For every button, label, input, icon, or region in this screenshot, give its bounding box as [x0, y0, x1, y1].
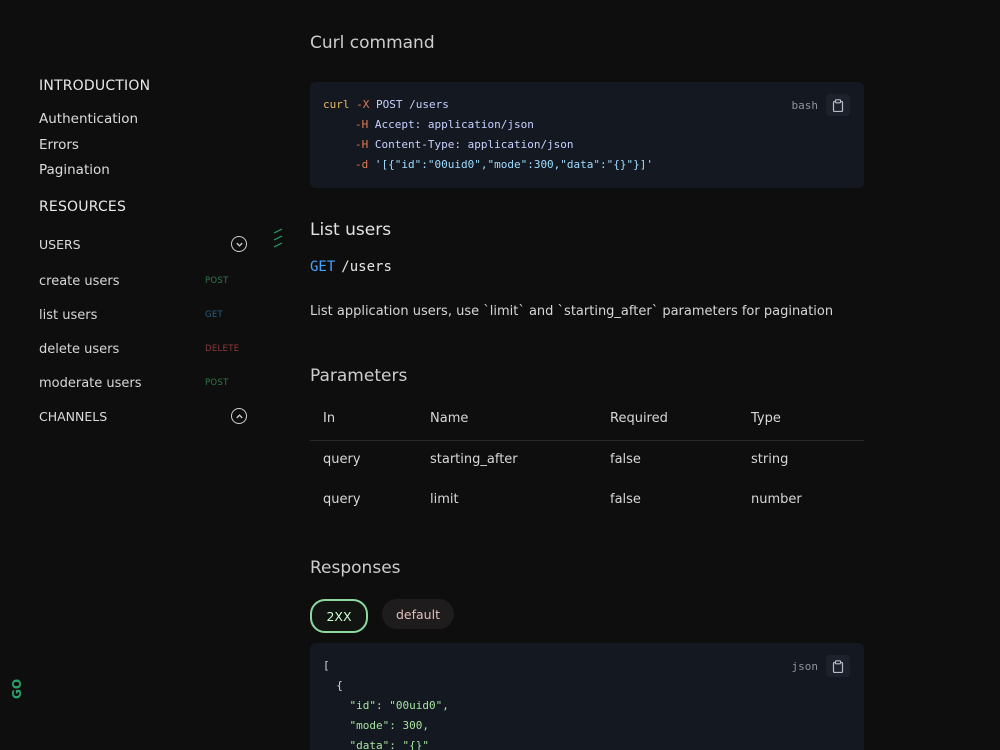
endpoint-description: List application users, use `limit` and …: [310, 304, 834, 319]
table-cell: limit: [430, 492, 459, 507]
sidebar-endpoint-create-users[interactable]: create users POST: [39, 274, 239, 289]
parameters-title: Parameters: [310, 366, 408, 386]
method-badge: POST: [205, 378, 229, 388]
endpoint-label: list users: [39, 308, 98, 323]
column-header: Type: [751, 411, 781, 426]
copy-button[interactable]: [826, 655, 850, 677]
curl-section-title: Curl command: [310, 33, 435, 53]
endpoint-title: List users: [310, 220, 392, 240]
copy-button[interactable]: [826, 94, 850, 116]
code-line: "id": "00uid0",: [323, 699, 449, 712]
table-cell: false: [610, 452, 641, 467]
curl-code-block: bash curl -X POST /users -H Accept: appl…: [310, 82, 864, 188]
parameters-table: In Name Required Type query starting_aft…: [310, 400, 864, 521]
table-cell: query: [323, 452, 361, 467]
sidebar-endpoint-moderate-users[interactable]: moderate users POST: [39, 376, 239, 391]
sidebar-nav: INTRODUCTION Authentication Errors Pagin…: [0, 0, 290, 750]
code-line: -d '[{"id":"00uid0","mode":300,"data":"{…: [355, 158, 654, 171]
section-title-introduction: INTRODUCTION: [39, 78, 151, 94]
responses-title: Responses: [310, 558, 401, 578]
method-badge: DELETE: [205, 344, 240, 354]
http-method: GET: [310, 259, 336, 275]
code-language-label: bash: [791, 98, 819, 112]
brand-logo: GO: [10, 678, 24, 699]
section-title-resources: RESOURCES: [39, 199, 127, 215]
code-line: [: [323, 659, 330, 672]
tab-default[interactable]: default: [382, 599, 454, 629]
code-language-label: json: [791, 659, 819, 673]
table-cell: string: [751, 452, 789, 467]
group-label-channels: CHANNELS: [39, 408, 108, 424]
endpoint-signature: GET/users: [310, 259, 392, 275]
table-row: query limit false number: [310, 481, 864, 521]
sidebar-endpoint-delete-users[interactable]: delete users DELETE: [39, 342, 239, 357]
sidebar-item-authentication[interactable]: Authentication: [39, 111, 138, 127]
table-cell: number: [751, 492, 802, 507]
column-header: In: [323, 411, 336, 426]
resize-handle-icon[interactable]: [272, 226, 284, 250]
code-line: {: [323, 679, 343, 692]
endpoint-label: delete users: [39, 342, 120, 357]
method-badge: POST: [205, 276, 229, 286]
column-header: Name: [430, 411, 469, 426]
code-line: "mode": 300,: [323, 719, 429, 732]
clipboard-icon: [832, 98, 844, 112]
tab-2xx[interactable]: 2XX: [310, 599, 368, 633]
chevron-down-icon: [231, 236, 247, 252]
sidebar-endpoint-list-users[interactable]: list users GET: [39, 308, 239, 323]
endpoint-label: create users: [39, 274, 120, 289]
group-toggle-users[interactable]: USERS: [39, 236, 247, 252]
sidebar-item-pagination[interactable]: Pagination: [39, 162, 110, 178]
table-cell: starting_after: [430, 452, 518, 467]
chevron-up-icon: [231, 408, 247, 424]
endpoint-label: moderate users: [39, 376, 142, 391]
sidebar-item-errors[interactable]: Errors: [39, 137, 79, 153]
response-code-block: json [ { "id": "00uid0", "mode": 300, "d…: [310, 643, 864, 750]
table-header-row: In Name Required Type: [310, 400, 864, 441]
clipboard-icon: [832, 659, 844, 673]
table-cell: false: [610, 492, 641, 507]
group-toggle-channels[interactable]: CHANNELS: [39, 408, 247, 424]
code-line: -H Content-Type: application/json: [355, 138, 574, 151]
code-line: "data": "{}": [323, 739, 429, 750]
method-badge: GET: [205, 310, 224, 320]
group-label-users: USERS: [39, 236, 81, 252]
column-header: Required: [610, 411, 668, 426]
code-line: -H Accept: application/json: [355, 118, 534, 131]
endpoint-path: /users: [341, 259, 392, 275]
code-line: curl -X POST /users: [323, 98, 449, 111]
table-row: query starting_after false string: [310, 441, 864, 481]
table-cell: query: [323, 492, 361, 507]
